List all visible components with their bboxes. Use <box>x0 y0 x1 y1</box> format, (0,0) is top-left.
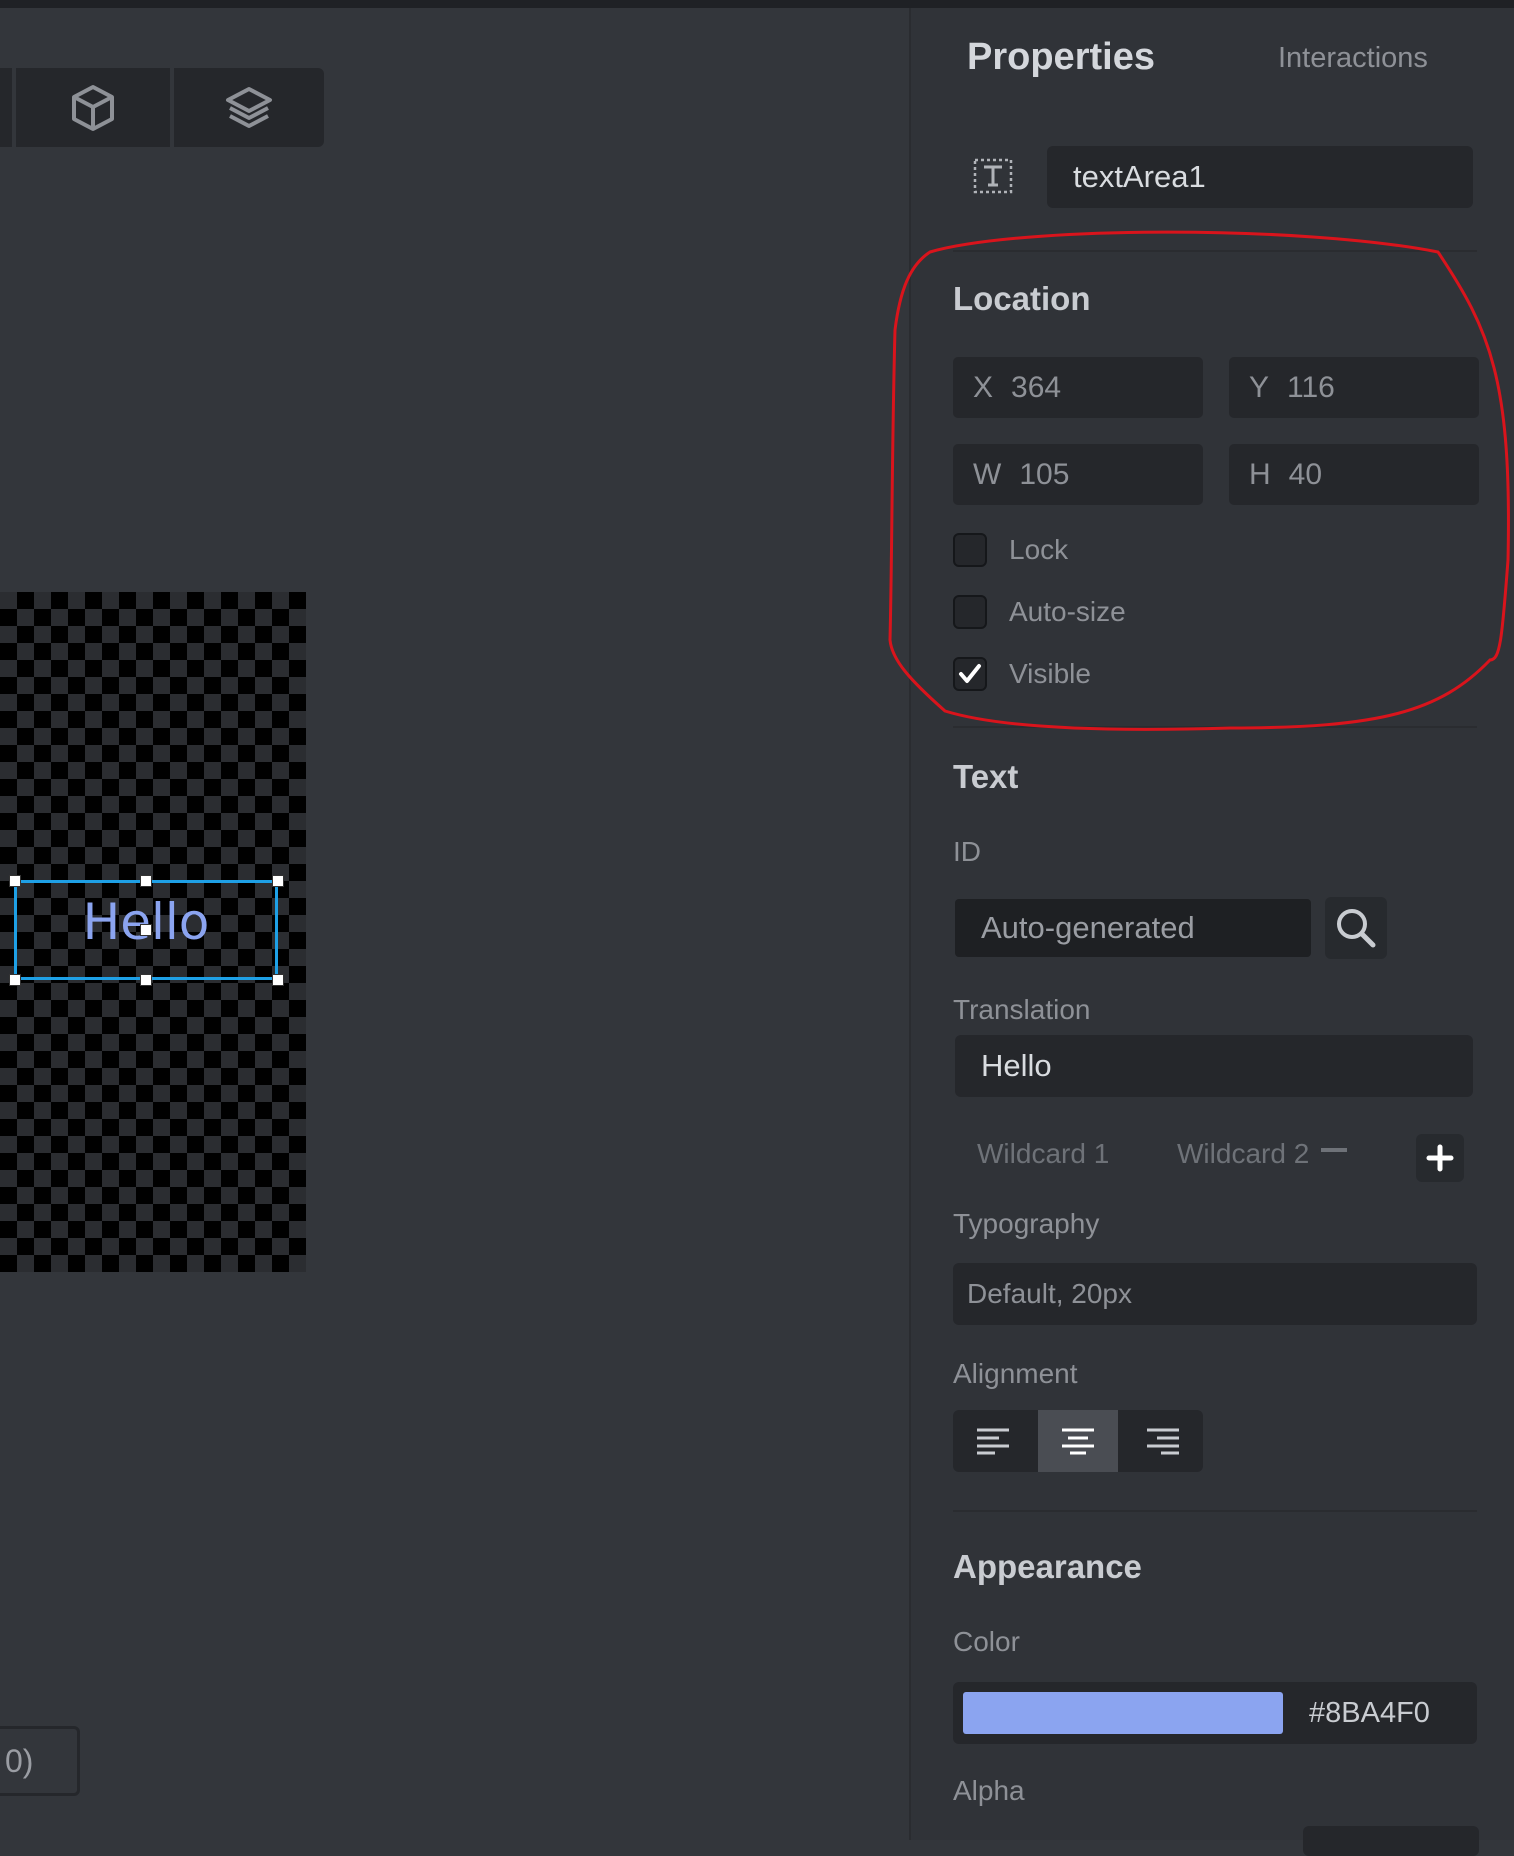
align-right-icon <box>1147 1428 1179 1455</box>
plus-icon <box>1426 1144 1454 1172</box>
translation-label: Translation <box>953 994 1091 1025</box>
y-key: Y <box>1249 371 1270 404</box>
canvas-area[interactable]: Hello 0) <box>0 8 909 1840</box>
visible-row[interactable]: Visible <box>953 656 1091 692</box>
section-divider <box>953 250 1477 252</box>
lock-row[interactable]: Lock <box>953 532 1068 568</box>
tab-interactions[interactable]: Interactions <box>1278 42 1428 75</box>
add-wildcard-button[interactable] <box>1416 1134 1464 1182</box>
location-title: Location <box>953 280 1091 317</box>
color-hex-value[interactable]: #8BA4F0 <box>1309 1682 1430 1744</box>
h-field[interactable]: H 40 <box>1229 444 1479 505</box>
section-divider <box>953 1510 1477 1512</box>
translation-input[interactable]: Hello <box>955 1035 1473 1097</box>
alignment-label: Alignment <box>953 1358 1078 1389</box>
resize-handle[interactable] <box>9 875 21 887</box>
typography-select[interactable]: Default, 20px <box>953 1263 1477 1325</box>
y-value: 116 <box>1287 371 1335 404</box>
section-divider <box>953 726 1477 728</box>
resize-handle[interactable] <box>140 974 152 986</box>
toolbar-divider <box>12 68 16 147</box>
resize-handle[interactable] <box>272 974 284 986</box>
alpha-label: Alpha <box>953 1775 1025 1806</box>
window-top-bar <box>0 0 1514 8</box>
id-label: ID <box>953 836 981 867</box>
autosize-label: Auto-size <box>1009 596 1126 627</box>
alignment-group <box>953 1410 1203 1472</box>
bottom-field[interactable]: 0) <box>0 1726 80 1796</box>
checkmark-icon <box>959 664 981 683</box>
align-left-button[interactable] <box>953 1410 1033 1472</box>
align-right-button[interactable] <box>1123 1410 1203 1472</box>
lock-label: Lock <box>1009 534 1069 565</box>
id-input[interactable]: Auto-generated <box>955 899 1311 957</box>
align-center-button[interactable] <box>1038 1410 1118 1472</box>
tab-properties[interactable]: Properties <box>967 36 1155 79</box>
appearance-title: Appearance <box>953 1548 1142 1585</box>
resize-handle[interactable] <box>272 875 284 887</box>
wildcard-2-field[interactable]: Wildcard 2 <box>1177 1138 1309 1170</box>
lock-checkbox[interactable] <box>953 533 987 567</box>
x-value: 364 <box>1011 371 1062 404</box>
autosize-checkbox[interactable] <box>953 595 987 629</box>
text-widget-icon <box>973 158 1013 194</box>
color-picker-field[interactable]: #8BA4F0 <box>953 1682 1477 1744</box>
w-value: 105 <box>1019 458 1070 491</box>
layers-icon <box>226 86 272 128</box>
canvas-toolbar <box>0 68 324 147</box>
remove-wildcard-button[interactable] <box>1321 1148 1347 1152</box>
cube-icon <box>72 84 114 131</box>
x-field[interactable]: X 364 <box>953 357 1203 418</box>
resize-handle[interactable] <box>9 974 21 986</box>
h-key: H <box>1249 458 1271 491</box>
move-handle[interactable] <box>140 924 152 936</box>
align-center-icon <box>1062 1428 1094 1455</box>
color-label: Color <box>953 1626 1020 1657</box>
y-field[interactable]: Y 116 <box>1229 357 1479 418</box>
widget-text: Hello <box>82 893 210 951</box>
search-icon <box>1337 909 1376 948</box>
autosize-row[interactable]: Auto-size <box>953 594 1126 630</box>
align-left-icon <box>977 1428 1009 1455</box>
resize-handle[interactable] <box>140 875 152 887</box>
w-key: W <box>973 458 1002 491</box>
id-search-button[interactable] <box>1325 897 1387 959</box>
wildcard-1-field[interactable]: Wildcard 1 <box>977 1138 1109 1170</box>
cube-tool-button[interactable] <box>18 68 168 147</box>
w-field[interactable]: W 105 <box>953 444 1203 505</box>
x-key: X <box>973 371 994 404</box>
visible-label: Visible <box>1009 658 1091 689</box>
text-title: Text <box>953 758 1019 795</box>
widget-name-input[interactable]: textArea1 <box>1047 146 1473 208</box>
alpha-input[interactable] <box>1303 1826 1479 1856</box>
properties-panel: Properties Interactions textArea1 Locati… <box>909 8 1514 1856</box>
preview-stage[interactable]: Hello <box>0 592 306 1272</box>
visible-checkbox[interactable] <box>953 657 987 691</box>
layers-tool-button[interactable] <box>174 68 324 147</box>
typography-label: Typography <box>953 1208 1100 1239</box>
color-swatch[interactable] <box>963 1692 1283 1734</box>
h-value: 40 <box>1288 458 1323 491</box>
